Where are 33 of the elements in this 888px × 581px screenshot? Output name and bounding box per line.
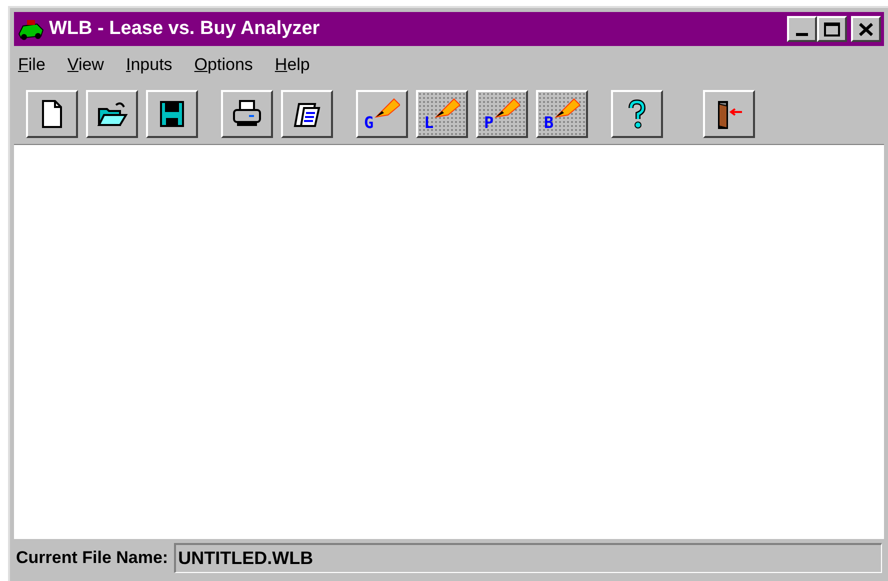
highlighter-icon <box>494 97 520 119</box>
highlighter-icon <box>374 97 400 119</box>
new-button[interactable] <box>26 90 78 138</box>
chart-button[interactable]: G <box>356 90 408 138</box>
window-title: WLB - Lease vs. Buy Analyzer <box>49 16 321 41</box>
file-name-field: UNTITLED.WLB <box>174 543 882 573</box>
save-button[interactable] <box>146 90 198 138</box>
menu-item[interactable]: Inputs <box>126 52 172 78</box>
minimize-button[interactable] <box>787 16 817 42</box>
chart-letter: B <box>544 115 554 131</box>
menu-item[interactable]: Options <box>194 52 253 78</box>
menu-item[interactable]: File <box>18 52 46 78</box>
print-button[interactable] <box>221 90 273 138</box>
chart-letter: P <box>484 115 494 131</box>
menu-item[interactable]: Help <box>274 52 310 78</box>
menu-item[interactable]: View <box>67 52 104 78</box>
notes-button[interactable] <box>281 90 333 138</box>
chart-button[interactable]: P <box>476 90 528 138</box>
maximize-icon <box>824 22 840 36</box>
chart-letter: G <box>364 115 374 131</box>
chart-letter: L <box>424 115 434 131</box>
close-button[interactable] <box>851 16 881 42</box>
maximize-button[interactable] <box>817 16 847 42</box>
highlighter-icon <box>434 97 460 119</box>
chart-button[interactable]: L <box>416 90 468 138</box>
highlighter-icon <box>554 97 580 119</box>
open-button[interactable] <box>86 90 138 138</box>
chart-button[interactable]: B <box>536 90 588 138</box>
status-label: Current File Name: <box>16 547 168 570</box>
help-button[interactable] <box>611 90 663 138</box>
minimize-icon <box>796 33 808 36</box>
close-icon <box>859 22 873 36</box>
exit-button[interactable] <box>703 90 755 138</box>
